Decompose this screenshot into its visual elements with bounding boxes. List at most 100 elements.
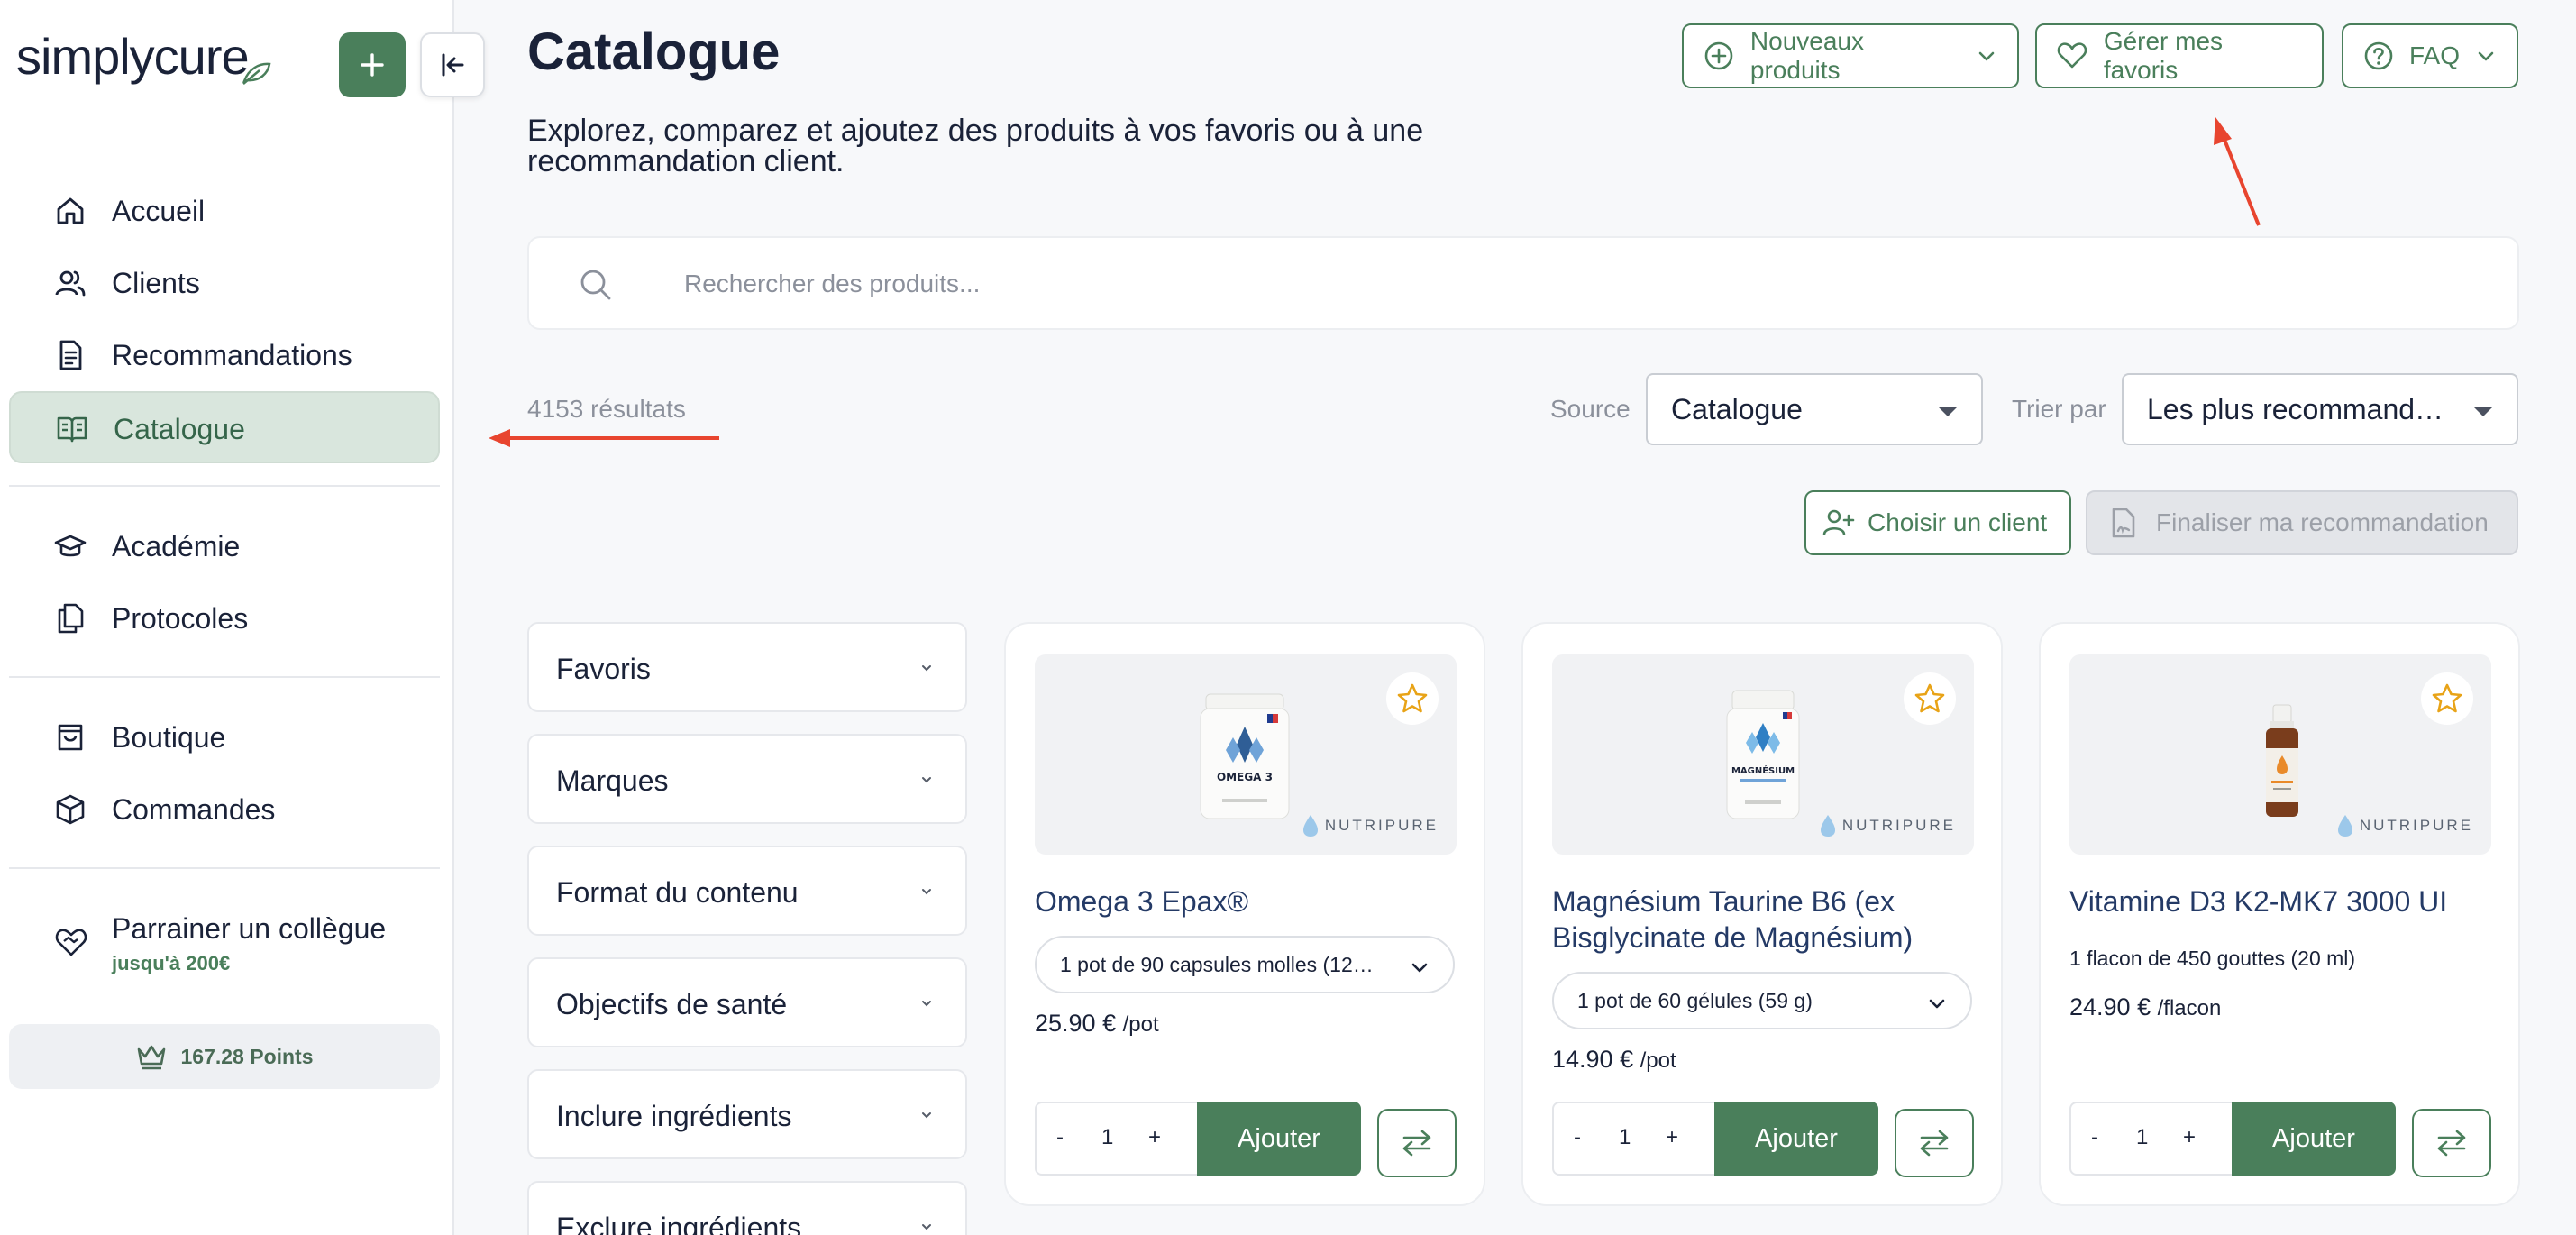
- filter-objectifs[interactable]: Objectifs de santé: [527, 957, 967, 1047]
- search-input[interactable]: [684, 265, 2397, 303]
- compare-button[interactable]: [1895, 1109, 1974, 1177]
- results-count: 4153 résultats: [527, 395, 686, 423]
- finalize-recommendation-button[interactable]: Finaliser ma recommandation: [2086, 490, 2518, 555]
- sidebar-item-label: Clients: [112, 267, 200, 299]
- sidebar-item-catalogue[interactable]: Catalogue: [9, 391, 440, 463]
- sidebar-item-accueil[interactable]: Accueil: [9, 175, 440, 247]
- document-icon: [59, 340, 82, 370]
- filter-label: Objectifs de santé: [556, 988, 788, 1020]
- new-products-button[interactable]: Nouveaux produits: [1682, 23, 2019, 88]
- points-badge[interactable]: 167.28 Points: [9, 1024, 440, 1089]
- favorite-button[interactable]: [1904, 672, 1956, 725]
- sort-select[interactable]: Les plus recommandés: [2122, 373, 2518, 445]
- filter-marques[interactable]: Marques: [527, 734, 967, 824]
- price-unit: /flacon: [2157, 996, 2222, 1020]
- sidebar-item-recommandations[interactable]: Recommandations: [9, 319, 440, 391]
- variant-select[interactable]: 1 pot de 60 gélules (59 g): [1552, 972, 1972, 1029]
- compare-button[interactable]: [2412, 1109, 2491, 1177]
- referral-link[interactable]: Parrainer un collègue jusqu'à 200€: [9, 901, 440, 983]
- user-plus-icon: [1822, 509, 1855, 535]
- annotation-arrow-favorites: [2214, 117, 2261, 226]
- add-to-cart-button[interactable]: Ajouter: [2232, 1102, 2396, 1176]
- collapse-left-icon: [442, 53, 464, 77]
- filter-format[interactable]: Format du contenu: [527, 846, 967, 936]
- logo[interactable]: simplycure: [16, 27, 250, 86]
- compare-button[interactable]: [1377, 1109, 1457, 1177]
- sidebar-item-boutique[interactable]: Boutique: [9, 701, 440, 773]
- quantity-value[interactable]: 1: [2136, 1125, 2148, 1150]
- variant-text: 1 flacon de 450 gouttes (20 ml): [2069, 947, 2356, 970]
- decrement-button[interactable]: -: [1574, 1125, 1581, 1150]
- star-icon: [1397, 683, 1428, 713]
- product-card[interactable]: NUTRIPURE Vitamine D3 K2-MK7 3000 UI 1 f…: [2039, 622, 2520, 1206]
- choose-client-label: Choisir un client: [1868, 508, 2048, 536]
- chevron-down-icon: [922, 1112, 931, 1119]
- product-image[interactable]: NUTRIPURE: [2069, 654, 2491, 855]
- price-value: 24.90 €: [2069, 993, 2151, 1020]
- favorite-button[interactable]: [1386, 672, 1439, 725]
- brand-name: NUTRIPURE: [2359, 817, 2473, 834]
- sidebar-item-commandes[interactable]: Commandes: [9, 773, 440, 846]
- sidebar-item-clients[interactable]: Clients: [9, 247, 440, 319]
- product-name[interactable]: Magnésium Taurine B6 (ex Bisglycinate de…: [1552, 883, 1976, 956]
- source-label: Source: [1550, 395, 1631, 423]
- sidebar-item-label: Commandes: [112, 793, 276, 826]
- chevron-down-icon: [1978, 51, 1995, 61]
- add-to-cart-button[interactable]: Ajouter: [1197, 1102, 1361, 1176]
- product-name[interactable]: Omega 3 Epax®: [1035, 883, 1458, 919]
- sidebar-divider: [9, 676, 440, 678]
- manage-favorites-button[interactable]: Gérer mes favoris: [2035, 23, 2324, 88]
- source-select[interactable]: Catalogue: [1646, 373, 1983, 445]
- choose-client-button[interactable]: Choisir un client: [1804, 490, 2071, 555]
- variant-select[interactable]: 1 pot de 90 capsules molles (12…: [1035, 936, 1455, 993]
- variant-value: 1 pot de 60 gélules (59 g): [1577, 988, 1813, 1012]
- chevron-down-icon: [1929, 999, 1945, 1009]
- sort-value: Les plus recommandés: [2147, 392, 2444, 425]
- swap-arrows-icon: [1920, 1130, 1949, 1157]
- filter-exclure[interactable]: Exclure ingrédients: [527, 1181, 967, 1235]
- product-bottle-image: [2266, 704, 2298, 817]
- sidebar-item-protocoles[interactable]: Protocoles: [9, 582, 440, 654]
- increment-button[interactable]: +: [1148, 1125, 1161, 1150]
- price-value: 25.90 €: [1035, 1010, 1117, 1037]
- swap-arrows-icon: [1402, 1130, 1431, 1157]
- favorite-button[interactable]: [2421, 672, 2473, 725]
- product-image[interactable]: MAGNÉSIUM NUTRIPURE: [1552, 654, 1974, 855]
- decrement-button[interactable]: -: [1056, 1125, 1064, 1150]
- decrement-button[interactable]: -: [2091, 1125, 2098, 1150]
- drop-icon: [2337, 815, 2352, 837]
- sidebar-item-label: Protocoles: [112, 602, 249, 635]
- sidebar-item-label: Catalogue: [114, 413, 245, 445]
- referral-title: Parrainer un collègue: [112, 912, 387, 945]
- increment-button[interactable]: +: [2183, 1125, 2196, 1150]
- quantity-value[interactable]: 1: [1619, 1125, 1631, 1150]
- faq-button[interactable]: FAQ: [2342, 23, 2518, 88]
- help-circle-icon: [2364, 41, 2393, 70]
- add-to-cart-button[interactable]: Ajouter: [1714, 1102, 1878, 1176]
- product-name[interactable]: Vitamine D3 K2-MK7 3000 UI: [2069, 883, 2493, 919]
- sidebar-item-academie[interactable]: Académie: [9, 510, 440, 582]
- annotation-arrow-catalogue: [489, 429, 719, 447]
- filter-inclure[interactable]: Inclure ingrédients: [527, 1069, 967, 1159]
- swap-arrows-icon: [2437, 1130, 2466, 1157]
- add-button[interactable]: [339, 32, 406, 97]
- quantity-value[interactable]: 1: [1101, 1125, 1113, 1150]
- drop-icon: [1302, 815, 1318, 837]
- product-image[interactable]: OMEGA 3 NUTRIPURE: [1035, 654, 1457, 855]
- product-price: 25.90 € /pot: [1035, 1010, 1159, 1038]
- filter-favoris[interactable]: Favoris: [527, 622, 967, 712]
- collapse-sidebar-button[interactable]: [420, 32, 485, 97]
- increment-button[interactable]: +: [1666, 1125, 1678, 1150]
- product-card[interactable]: OMEGA 3 NUTRIPURE Omega 3 Epax® 1 pot de…: [1004, 622, 1485, 1206]
- filter-label: Inclure ingrédients: [556, 1100, 792, 1132]
- crown-icon: [138, 1045, 166, 1070]
- sidebar-item-label: Recommandations: [112, 339, 352, 371]
- sort-label: Trier par: [2012, 395, 2106, 423]
- plus-circle-icon: [1704, 41, 1733, 70]
- variant-value: 1 pot de 90 capsules molles (12…: [1060, 952, 1374, 976]
- chevron-down-icon: [922, 889, 931, 895]
- faq-label: FAQ: [2408, 41, 2460, 69]
- book-open-icon: [57, 416, 87, 443]
- product-card[interactable]: MAGNÉSIUM NUTRIPURE Magnésium Taurine B6…: [1521, 622, 2003, 1206]
- file-signature-icon: [2112, 508, 2135, 538]
